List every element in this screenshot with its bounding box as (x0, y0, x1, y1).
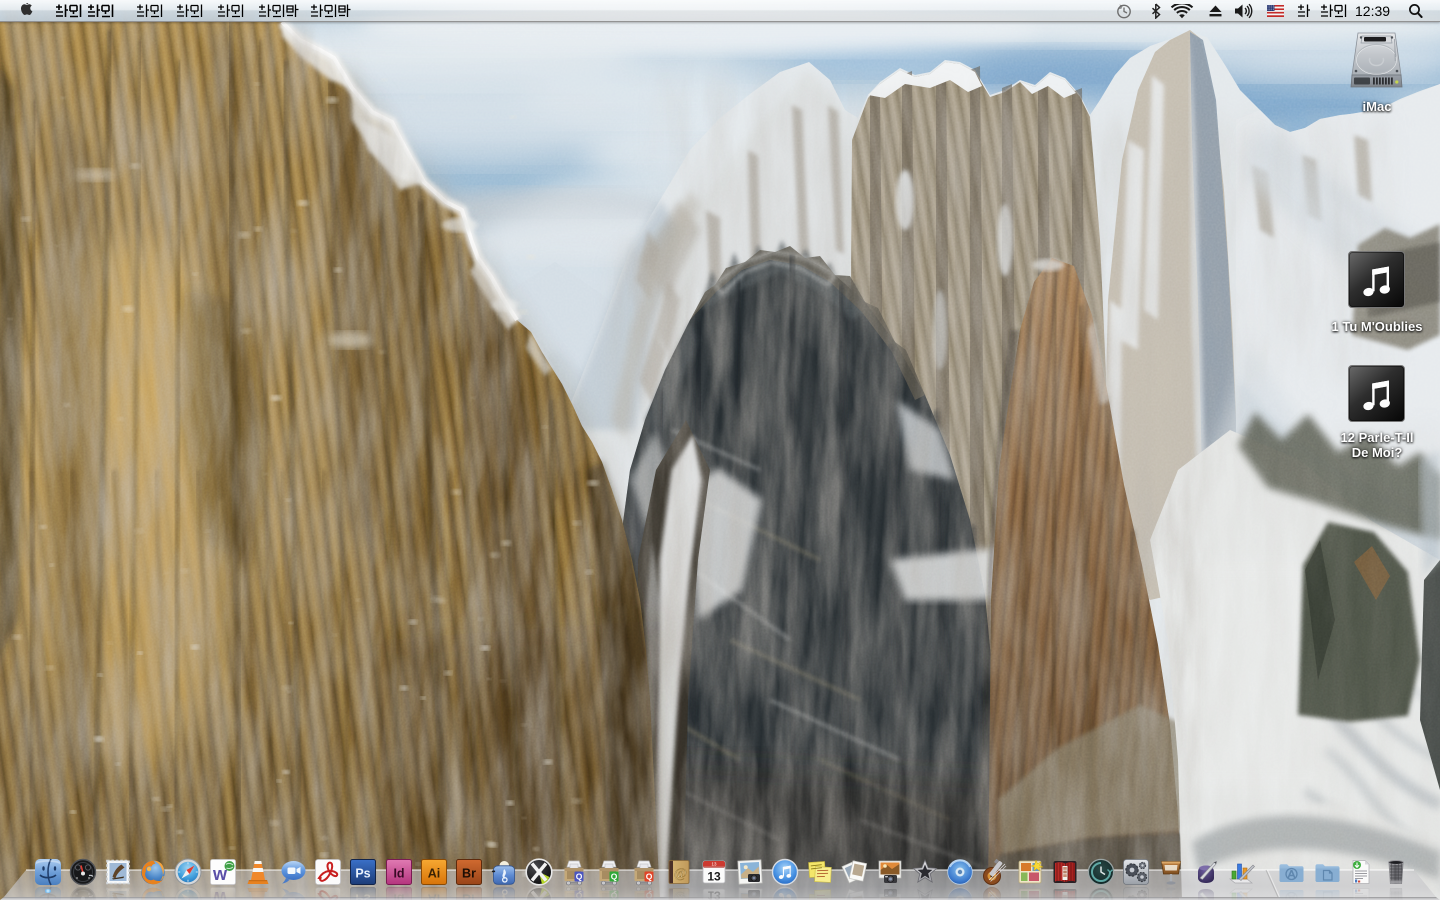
svg-text:Br: Br (462, 867, 476, 881)
svg-text:13: 13 (708, 870, 722, 884)
svg-text:@: @ (674, 867, 687, 882)
svg-text:Ai: Ai (427, 867, 440, 881)
svg-text:Id: Id (393, 867, 404, 881)
svg-text:Q: Q (611, 872, 618, 882)
svg-text:13: 13 (712, 862, 718, 867)
svg-text:Q: Q (646, 872, 653, 882)
svg-text:Ps: Ps (356, 867, 371, 881)
svg-text:Q: Q (576, 872, 583, 882)
